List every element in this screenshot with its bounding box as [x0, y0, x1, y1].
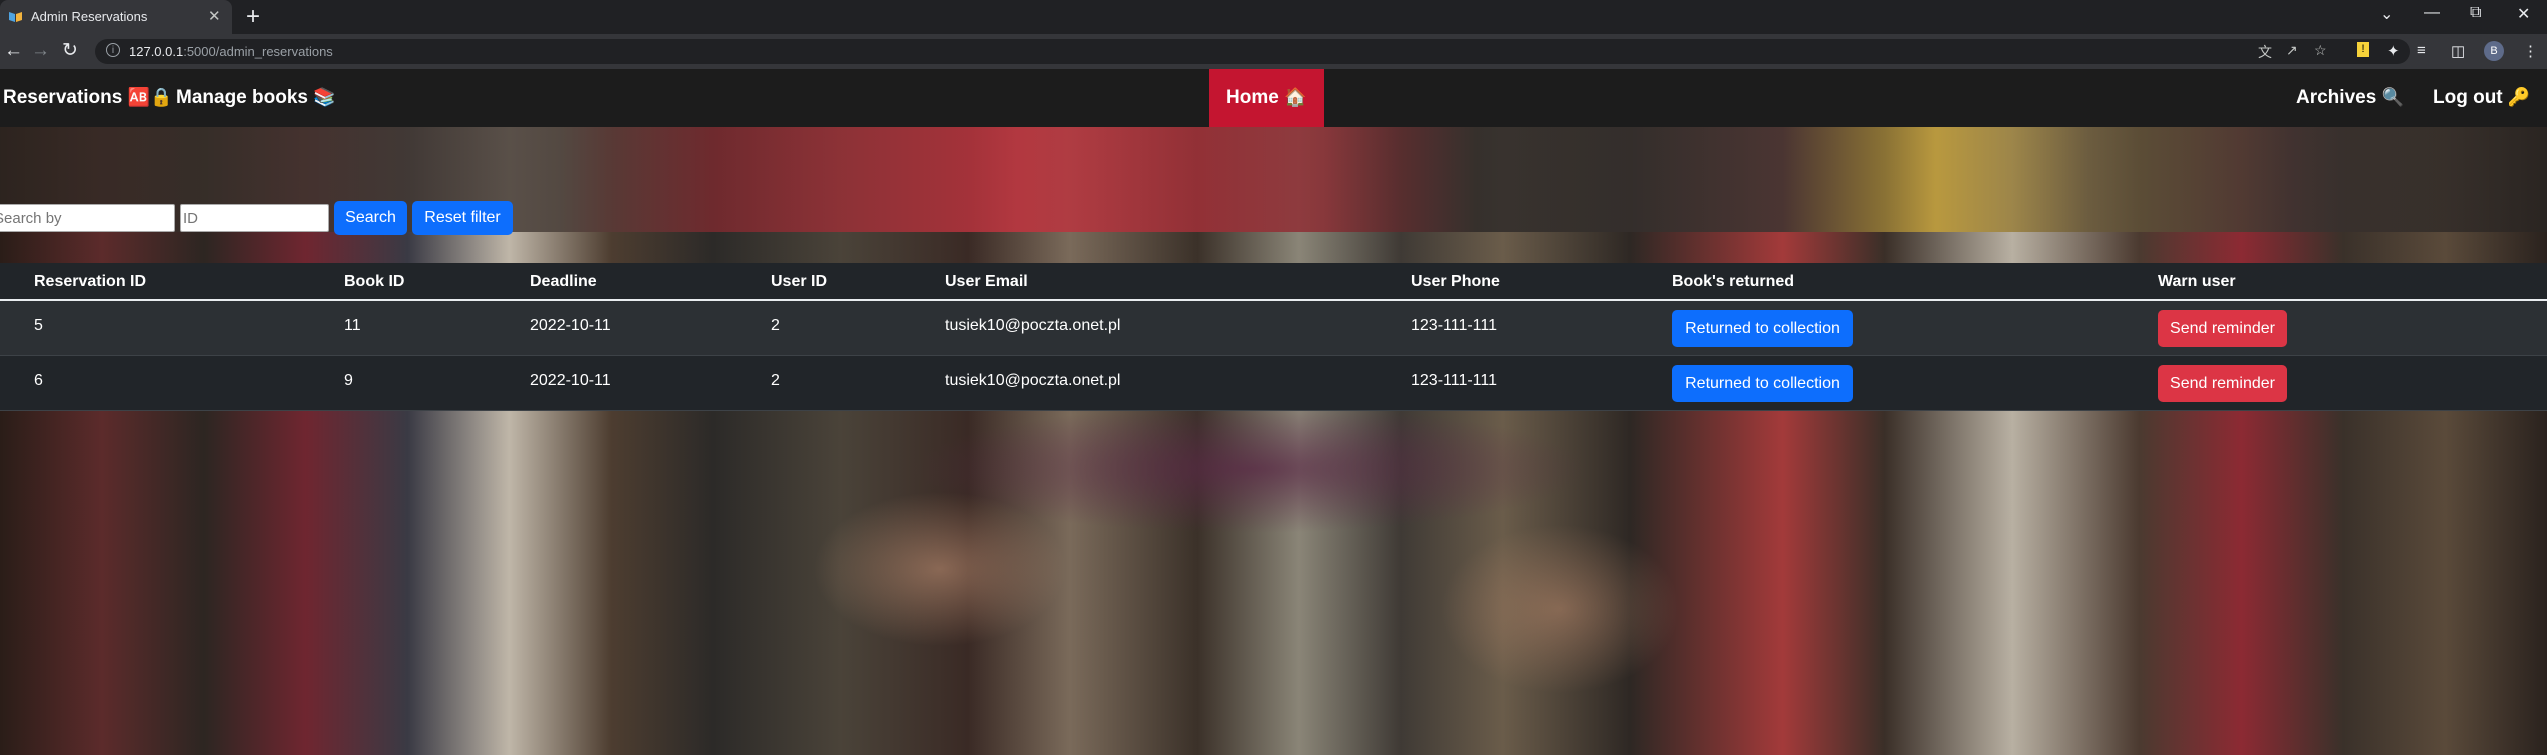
nav-home-tab[interactable]: Home 🏠: [1209, 69, 1324, 127]
column-header-books-returned: Book's returned: [1672, 273, 1795, 290]
reading-list-icon[interactable]: ≡: [2417, 42, 2426, 59]
puzzle-extensions-icon[interactable]: ✦: [2387, 42, 2400, 60]
reservations-table: Reservation ID Book ID Deadline User ID …: [0, 263, 2547, 411]
user-email-cell: tusiek10@poczta.onet.pl: [945, 317, 1121, 334]
nav-logout-label: Log out: [2433, 87, 2503, 108]
magnifier-icon: 🔍: [2381, 87, 2404, 107]
nav-home-label: Home: [1226, 87, 1279, 108]
nav-manage-books-label: Manage books: [176, 87, 308, 108]
minimize-icon[interactable]: —: [2424, 4, 2440, 22]
restore-icon[interactable]: ⧉: [2470, 4, 2481, 22]
tab-close-icon[interactable]: ✕: [208, 7, 221, 25]
browser-menu-icon[interactable]: ⋮: [2523, 42, 2538, 60]
tab-title: Admin Reservations: [31, 9, 148, 24]
translate-icon[interactable]: 文: [2258, 42, 2272, 62]
reservation-id-cell: 5: [34, 317, 43, 334]
key-icon: 🔑: [2507, 87, 2531, 107]
url-text: 127.0.0.1:5000/admin_reservations: [129, 44, 333, 59]
column-header-deadline: Deadline: [530, 273, 597, 290]
tab-search-icon[interactable]: ⌄: [2380, 4, 2393, 24]
nav-archives-link[interactable]: Archives 🔍: [2296, 87, 2404, 109]
user-phone-cell: 123-111-111: [1411, 317, 1497, 334]
search-by-input[interactable]: [0, 204, 175, 232]
back-icon[interactable]: ←: [4, 40, 23, 62]
url-host: 127.0.0.1: [129, 44, 184, 59]
side-panel-icon[interactable]: ◫: [2451, 42, 2465, 60]
browser-tab[interactable]: Admin Reservations ✕: [0, 0, 232, 34]
column-header-reservation-id: Reservation ID: [34, 273, 147, 290]
send-reminder-button[interactable]: Send reminder: [2158, 310, 2287, 347]
page-background: Reservations 🆎🔒 Manage books 📚 Home 🏠 Ar…: [0, 69, 2547, 755]
column-header-book-id: Book ID: [344, 273, 405, 290]
column-header-warn-user: Warn user: [2158, 273, 2236, 290]
new-tab-icon[interactable]: +: [246, 3, 260, 31]
reload-icon[interactable]: ↻: [62, 40, 78, 62]
book-id-cell: 9: [344, 372, 353, 389]
top-navbar: Reservations 🆎🔒 Manage books 📚 Home 🏠 Ar…: [0, 69, 2547, 127]
deadline-cell: 2022-10-11: [530, 372, 611, 389]
bookmark-star-icon[interactable]: ☆: [2314, 42, 2327, 59]
reservation-id-cell: 6: [34, 372, 43, 389]
reset-filter-button[interactable]: Reset filter: [412, 201, 513, 235]
returned-to-collection-button[interactable]: Returned to collection: [1672, 365, 1853, 402]
nav-reservations-link[interactable]: Reservations 🆎🔒: [3, 87, 172, 109]
send-reminder-button[interactable]: Send reminder: [2158, 365, 2287, 402]
house-icon: 🏠: [1284, 87, 1307, 107]
column-header-user-phone: User Phone: [1411, 273, 1500, 290]
column-header-user-email: User Email: [945, 273, 1028, 290]
extension-icon[interactable]: !: [2357, 42, 2369, 57]
site-info-icon[interactable]: i: [106, 43, 120, 57]
user-id-cell: 2: [771, 317, 780, 334]
browser-toolbar: ← → ↻ i 127.0.0.1:5000/admin_reservation…: [0, 34, 2547, 69]
nav-archives-label: Archives: [2296, 87, 2377, 108]
nav-logout-link[interactable]: Log out 🔑: [2433, 87, 2530, 109]
url-path: :5000/admin_reservations: [183, 44, 333, 59]
browser-tab-strip: Admin Reservations ✕ + ⌄ — ⧉ ✕: [0, 0, 2547, 34]
close-window-icon[interactable]: ✕: [2517, 4, 2530, 24]
share-icon[interactable]: ↗: [2286, 42, 2298, 59]
search-button[interactable]: Search: [334, 201, 407, 235]
forward-icon[interactable]: →: [31, 40, 50, 62]
table-row: 5 11 2022-10-11 2 tusiek10@poczta.onet.p…: [0, 301, 2547, 356]
column-header-user-id: User ID: [771, 273, 828, 290]
reservations-icon: 🆎🔒: [127, 87, 173, 107]
book-id-cell: 11: [344, 317, 361, 334]
nav-home-link[interactable]: Home 🏠: [1226, 87, 1307, 109]
deadline-cell: 2022-10-11: [530, 317, 611, 334]
user-email-cell: tusiek10@poczta.onet.pl: [945, 372, 1121, 389]
books-icon: 📚: [313, 87, 336, 107]
address-bar[interactable]: i 127.0.0.1:5000/admin_reservations 文 ↗ …: [95, 39, 2410, 64]
id-input[interactable]: [180, 204, 329, 232]
book-favicon-icon: [9, 12, 22, 22]
user-id-cell: 2: [771, 372, 780, 389]
nav-reservations-label: Reservations: [3, 87, 123, 108]
profile-avatar[interactable]: B: [2484, 41, 2504, 61]
nav-manage-books-link[interactable]: Manage books 📚: [176, 87, 336, 109]
table-header-row: Reservation ID Book ID Deadline User ID …: [0, 263, 2547, 301]
user-phone-cell: 123-111-111: [1411, 372, 1497, 389]
returned-to-collection-button[interactable]: Returned to collection: [1672, 310, 1853, 347]
table-row: 6 9 2022-10-11 2 tusiek10@poczta.onet.pl…: [0, 356, 2547, 411]
